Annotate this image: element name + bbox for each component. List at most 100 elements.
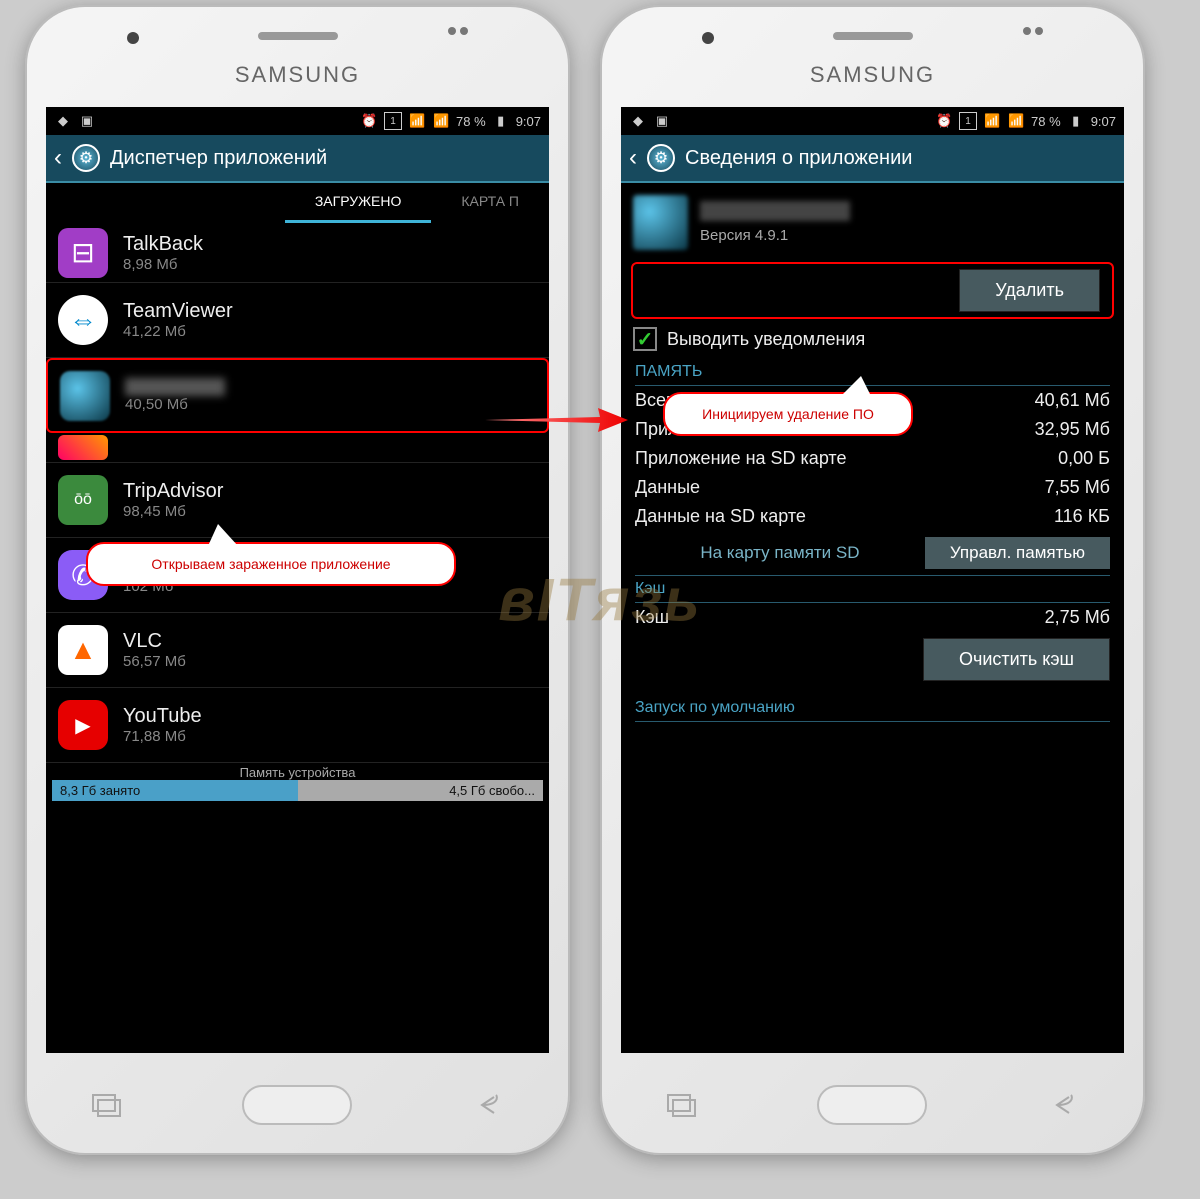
- gradient-icon: [58, 435, 108, 460]
- storage-row-data: Данные7,55 Мб: [635, 473, 1110, 502]
- app-name: TeamViewer: [123, 300, 537, 323]
- app-name: [125, 378, 225, 396]
- clock-time: 9:07: [516, 114, 541, 129]
- alarm-icon: ⏰: [935, 112, 953, 130]
- signal-icon: 📶: [408, 112, 426, 130]
- nav-buttons: [602, 1085, 1143, 1125]
- right-screen: ◆ ▣ ⏰ 1 📶 📶 78 % ▮ 9:07 ‹ ⚙ Сведения о п…: [621, 107, 1124, 1053]
- app-item-infected[interactable]: 40,50 Мб: [46, 358, 549, 433]
- storage-row-datasd: Данные на SD карте116 КБ: [635, 502, 1110, 531]
- delete-row: Удалить: [631, 262, 1114, 319]
- back-button[interactable]: [1041, 1090, 1086, 1120]
- title-bar: ‹ ⚙ Диспетчер приложений: [46, 135, 549, 183]
- status-bar: ◆ ▣ ⏰ 1 📶 📶 78 % ▮ 9:07: [621, 107, 1124, 135]
- callout-initiate-delete: Инициируем удаление ПО: [663, 392, 913, 436]
- recent-apps-button[interactable]: [659, 1090, 704, 1120]
- storage-row-appsd: Приложение на SD карте0,00 Б: [635, 444, 1110, 473]
- app-size: 98,45 Мб: [123, 503, 537, 520]
- earpiece: [258, 32, 338, 40]
- storage-section-head: ПАМЯТЬ: [635, 359, 1110, 386]
- app-name-blurred: [700, 201, 850, 221]
- sim-icon: 1: [384, 112, 402, 130]
- tab-downloaded[interactable]: ЗАГРУЖЕНО: [285, 183, 432, 223]
- app-size: 40,50 Мб: [125, 396, 535, 413]
- checkbox-icon[interactable]: ✓: [633, 327, 657, 351]
- vlc-icon: ▲: [58, 625, 108, 675]
- brand-label: SAMSUNG: [235, 62, 360, 88]
- settings-gear-icon: ⚙: [647, 144, 675, 172]
- app-list[interactable]: ⊟ TalkBack8,98 Мб ⇔ TeamViewer41,22 Мб 4…: [46, 223, 549, 803]
- signal-icon-2: 📶: [1007, 112, 1025, 130]
- clear-cache-button[interactable]: Очистить кэш: [923, 638, 1110, 681]
- screen-title: Сведения о приложении: [685, 147, 912, 170]
- status-bar: ◆ ▣ ⏰ 1 📶 📶 78 % ▮ 9:07: [46, 107, 549, 135]
- app-name: VLC: [123, 630, 537, 653]
- tab-sdcard[interactable]: КАРТА П: [431, 183, 549, 223]
- screen-title: Диспетчер приложений: [110, 147, 327, 170]
- app-name: TalkBack: [123, 233, 537, 256]
- earpiece: [833, 32, 913, 40]
- sim-icon: 1: [959, 112, 977, 130]
- tabs: ЗАГРУЖЕНО КАРТА П: [46, 183, 549, 223]
- app-size: 8,98 Мб: [123, 256, 537, 273]
- app-name: TripAdvisor: [123, 480, 537, 503]
- battery-icon: ▮: [1067, 112, 1085, 130]
- manage-memory-button[interactable]: Управл. памятью: [925, 537, 1110, 569]
- youtube-icon: ▶: [58, 700, 108, 750]
- left-phone-mockup: SAMSUNG ◆ ▣ ⏰ 1 📶 📶 78 % ▮ 9:07 ‹ ⚙ Дисп…: [25, 5, 570, 1155]
- back-icon[interactable]: ‹: [54, 144, 62, 172]
- app-size: 41,22 Мб: [123, 323, 537, 340]
- app-size: 56,57 Мб: [123, 653, 537, 670]
- sd-label: На карту памяти SD: [635, 543, 925, 563]
- red-arrow-icon: [480, 405, 630, 435]
- shield-icon: ◆: [629, 112, 647, 130]
- home-button[interactable]: [242, 1085, 352, 1125]
- cache-row: Кэш2,75 Мб: [635, 603, 1110, 632]
- tripadvisor-icon: ōō: [58, 475, 108, 525]
- recent-apps-button[interactable]: [84, 1090, 129, 1120]
- clock-time: 9:07: [1091, 114, 1116, 129]
- notifications-row[interactable]: ✓ Выводить уведомления: [621, 319, 1124, 359]
- app-name: YouTube: [123, 705, 537, 728]
- picture-icon: ▣: [78, 112, 96, 130]
- home-button[interactable]: [817, 1085, 927, 1125]
- memory-title: Память устройства: [52, 765, 543, 780]
- settings-gear-icon: ⚙: [72, 144, 100, 172]
- front-camera: [702, 32, 714, 44]
- battery-pct: 78 %: [1031, 114, 1061, 129]
- sd-move-row: На карту памяти SD Управл. памятью: [635, 531, 1110, 576]
- signal-icon: 📶: [983, 112, 1001, 130]
- memory-used: 8,3 Гб занято: [52, 780, 298, 801]
- app-item-tripadvisor[interactable]: ōō TripAdvisor98,45 Мб: [46, 463, 549, 538]
- app-item-vlc[interactable]: ▲ VLC56,57 Мб: [46, 613, 549, 688]
- picture-icon: ▣: [653, 112, 671, 130]
- callout-open-infected: Открываем зараженное приложение: [86, 542, 456, 586]
- talkback-icon: ⊟: [58, 228, 108, 278]
- sensor-dots: [448, 27, 468, 35]
- sensor-dots: [1023, 27, 1043, 35]
- app-item-gradient[interactable]: [46, 433, 549, 463]
- alarm-icon: ⏰: [360, 112, 378, 130]
- app-version: Версия 4.9.1: [700, 227, 850, 244]
- app-item-talkback[interactable]: ⊟ TalkBack8,98 Мб: [46, 223, 549, 283]
- back-icon[interactable]: ‹: [629, 144, 637, 172]
- battery-pct: 78 %: [456, 114, 486, 129]
- app-item-teamviewer[interactable]: ⇔ TeamViewer41,22 Мб: [46, 283, 549, 358]
- app-icon-large: [633, 195, 688, 250]
- back-button[interactable]: [466, 1090, 511, 1120]
- signal-icon-2: 📶: [432, 112, 450, 130]
- nav-buttons: [27, 1085, 568, 1125]
- right-phone-mockup: SAMSUNG ◆ ▣ ⏰ 1 📶 📶 78 % ▮ 9:07 ‹ ⚙ Свед…: [600, 5, 1145, 1155]
- notifications-label: Выводить уведомления: [667, 329, 865, 350]
- delete-button[interactable]: Удалить: [959, 269, 1100, 312]
- memory-section: Память устройства 8,3 Гб занято 4,5 Гб с…: [46, 763, 549, 803]
- app-item-youtube[interactable]: ▶ YouTube71,88 Мб: [46, 688, 549, 763]
- front-camera: [127, 32, 139, 44]
- launch-section-head: Запуск по умолчанию: [635, 695, 1110, 722]
- brand-label: SAMSUNG: [810, 62, 935, 88]
- title-bar: ‹ ⚙ Сведения о приложении: [621, 135, 1124, 183]
- memory-free: 4,5 Гб свобо...: [298, 780, 544, 801]
- cache-section-head: Кэш: [635, 576, 1110, 603]
- app-size: 71,88 Мб: [123, 728, 537, 745]
- clear-cache-row: Очистить кэш: [621, 632, 1124, 687]
